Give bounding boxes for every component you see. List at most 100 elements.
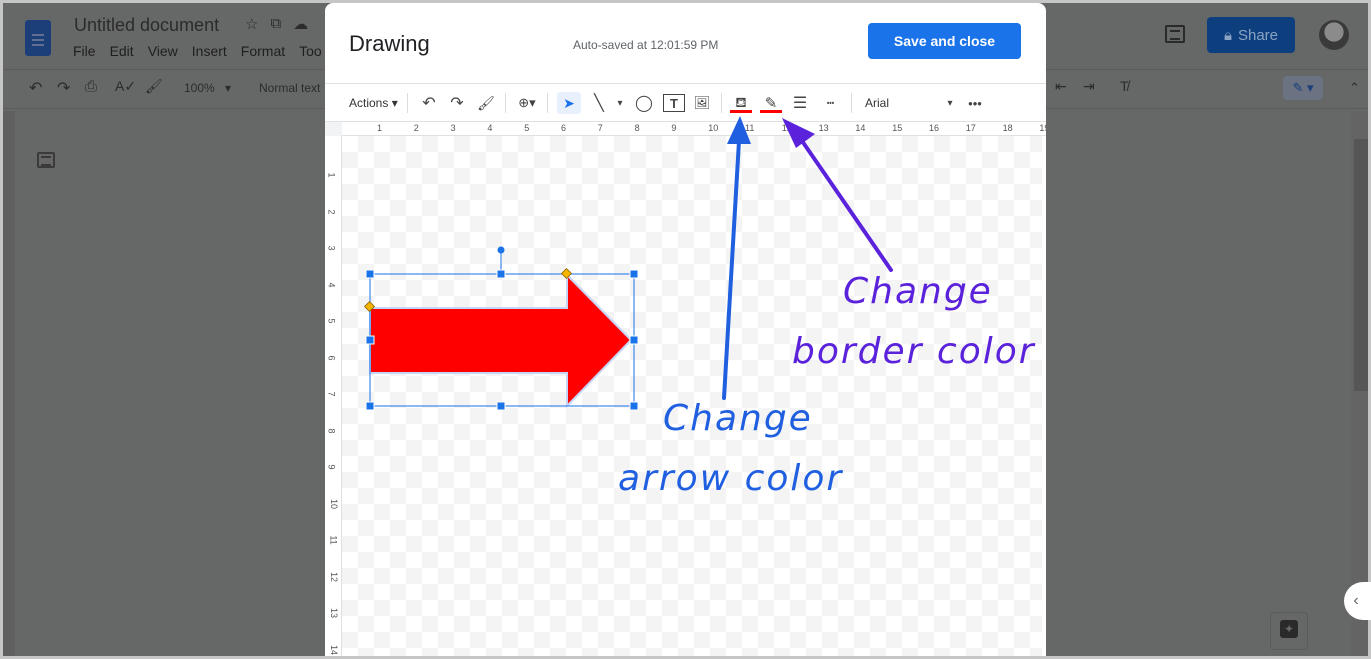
lock-icon: 🔒︎ [1223,26,1232,44]
annotation-text-border-color-1: Change [843,271,993,312]
style-select[interactable]: Normal text [259,81,320,95]
ruler-tick-label: 3 [450,123,456,133]
fill-color-swatch [730,110,752,113]
menu-view[interactable]: View [148,43,178,59]
ruler-tick-label: 8 [634,123,640,133]
border-weight-icon[interactable]: ☰ [790,92,810,114]
docs-logo-icon[interactable] [25,20,51,56]
ruler-tick-label: 2 [413,123,419,133]
ruler-tick-label: 15 [892,123,903,133]
pencil-icon: ✎ ▾ [1292,80,1314,95]
menu-tools[interactable]: Too [299,43,322,59]
actions-menu[interactable]: Actions ▾ [349,92,398,114]
decrease-indent-icon[interactable]: ⇤ [1055,78,1067,95]
ruler-tick-label: 1 [326,172,337,178]
ruler-tick-label: 1 [377,123,383,133]
ruler-tick-label: 11 [745,123,755,133]
ruler-tick-label: 7 [326,391,337,397]
document-title[interactable]: Untitled document [74,15,219,36]
ruler-tick-label: 2 [326,208,337,215]
border-dash-icon[interactable]: ┅ [820,92,840,114]
scrollbar-thumb[interactable] [1354,139,1368,391]
paint-format-icon[interactable]: 🖌︎ [145,78,163,95]
drawing-canvas[interactable] [342,136,1042,656]
comment-history-icon[interactable] [1165,25,1185,43]
zoom-icon[interactable]: ⊕▾ [512,92,542,114]
autosave-status: Auto-saved at 12:01:59 PM [573,38,719,52]
chevron-left-icon: ‹ [1353,592,1359,609]
actions-label: Actions [349,96,389,110]
editing-mode-button[interactable]: ✎ ▾ [1283,76,1323,100]
cloud-status-icon[interactable]: ☁ [293,15,308,33]
ruler-tick-label: 6 [561,123,567,133]
ruler-tick-label: 14 [329,644,340,655]
ruler-tick-label: 14 [855,123,866,133]
ruler-tick-label: 9 [326,464,337,470]
document-outline-icon[interactable] [37,152,55,168]
ruler-tick-label: 18 [1002,123,1013,133]
ruler-tick-label: 13 [818,123,829,133]
undo-icon[interactable]: ↶ [419,92,439,114]
ruler-tick-label: 5 [326,318,337,324]
spellcheck-icon[interactable]: A✓ [115,78,136,95]
ruler-tick-label: 7 [597,123,603,133]
share-label: Share [1237,26,1278,44]
vertical-ruler: 1 2 3 4 5 6 7 8 9 10 11 12 13 14 [325,136,342,656]
more-options-icon[interactable]: ••• [965,92,985,114]
explore-button[interactable] [1270,612,1308,650]
move-folder-icon[interactable]: ⧉ [270,15,281,33]
ruler-tick-label: 10 [708,123,719,133]
horizontal-ruler: 12345678910111213141516171819 [325,121,1046,136]
ruler-tick-label: 3 [326,245,337,251]
menu-file[interactable]: File [73,43,96,59]
avatar[interactable] [1319,20,1349,50]
undo-icon[interactable]: ↶ [29,78,42,98]
star-icon[interactable]: ☆ [245,15,258,33]
annotation-text-border-color-2: border color [792,331,1036,372]
ruler-tick-label: 4 [326,281,337,288]
print-icon[interactable]: ⎙ [85,78,97,95]
ruler-tick-label: 4 [487,123,493,133]
ruler-tick-label: 12 [329,571,340,582]
dialog-title: Drawing [349,31,430,56]
share-button[interactable]: 🔒︎ Share [1207,17,1295,53]
redo-icon[interactable]: ↷ [57,78,70,98]
ruler-tick-label: 16 [929,123,940,133]
line-icon[interactable]: ╲ [589,92,609,114]
ruler-tick-label: 17 [965,123,976,133]
zoom-select[interactable]: 100% [184,81,215,95]
vertical-ruler [3,111,15,656]
ruler-tick-label: 19 [1039,123,1046,133]
shape-icon[interactable]: ◯ [633,92,655,114]
paint-format-icon[interactable]: 🖌︎ [476,92,496,114]
menu-format[interactable]: Format [241,43,285,59]
font-select[interactable]: Arial [865,92,889,114]
menu-insert[interactable]: Insert [192,43,227,59]
ruler-tick-label: 12 [781,123,792,133]
annotation-text-arrow-color-2: arrow color [618,458,844,499]
ruler-tick-label: 8 [326,427,337,434]
ruler-tick-label: 11 [328,535,339,545]
chevron-down-icon[interactable]: ▾ [613,92,627,114]
clear-formatting-icon[interactable]: T̸ [1120,78,1129,94]
ruler-tick-label: 10 [329,498,340,509]
ruler-tick-label: 6 [326,354,337,361]
menu-bar: File Edit View Insert Format Too [73,43,322,59]
save-and-close-button[interactable]: Save and close [868,23,1021,59]
select-cursor-icon[interactable]: ➤ [557,92,581,114]
redo-icon[interactable]: ↷ [447,92,467,114]
increase-indent-icon[interactable]: ⇥ [1083,78,1095,95]
text-box-icon[interactable]: T [663,94,685,112]
ruler-tick-label: 9 [671,123,677,133]
drawing-toolbar: Actions ▾ ↶ ↷ 🖌︎ ⊕▾ ➤ ╲ ▾ ◯ T 🖼︎ ⛾ ✎ ☰ ┅… [325,83,1046,121]
collapse-menu-icon[interactable]: ⌃ [1349,80,1360,96]
ruler-tick-label: 5 [524,123,530,133]
drawing-dialog: Drawing Auto-saved at 12:01:59 PM Save a… [325,3,1046,656]
image-icon[interactable]: 🖼︎ [692,92,712,114]
ruler-tick-label: 13 [329,607,340,619]
chevron-down-icon: ▾ [225,81,232,95]
chevron-down-icon[interactable]: ▾ [943,92,957,114]
border-color-swatch [760,110,782,113]
menu-edit[interactable]: Edit [110,43,134,59]
annotation-text-arrow-color-1: Change [663,398,813,439]
